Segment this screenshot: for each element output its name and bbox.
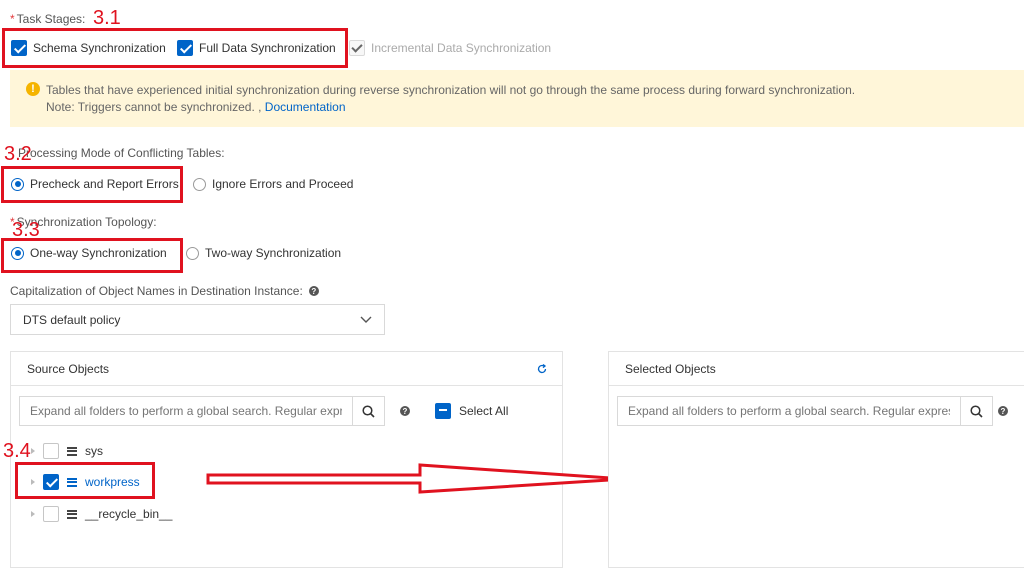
checkbox-disabled-icon bbox=[349, 40, 365, 56]
two-way-sync-radio[interactable]: Two-way Synchronization bbox=[186, 246, 341, 260]
help-icon[interactable]: ? bbox=[400, 406, 410, 416]
selected-search-group bbox=[617, 396, 993, 426]
help-icon[interactable]: ? bbox=[998, 406, 1008, 416]
warning-icon: ! bbox=[26, 82, 40, 96]
capitalization-label: Capitalization of Object Names in Destin… bbox=[10, 284, 319, 298]
task-stages-label: * Task Stages: bbox=[10, 12, 86, 26]
database-icon bbox=[67, 446, 77, 456]
one-way-sync-radio[interactable]: One-way Synchronization bbox=[11, 246, 167, 260]
help-icon[interactable]: ? bbox=[308, 286, 319, 296]
annotation-arrow bbox=[206, 463, 626, 494]
annotation-box-workpress bbox=[15, 462, 155, 499]
caret-right-icon[interactable] bbox=[31, 448, 35, 454]
precheck-report-errors-radio[interactable]: Precheck and Report Errors bbox=[11, 177, 179, 191]
annotation-3-4: 3.4 bbox=[3, 440, 31, 462]
schema-sync-checkbox[interactable]: Schema Synchronization bbox=[11, 40, 166, 56]
radio-unselected-icon bbox=[186, 246, 199, 260]
documentation-link[interactable]: Documentation bbox=[265, 100, 346, 114]
checkbox-checked-icon bbox=[11, 40, 27, 56]
source-search-group bbox=[19, 396, 385, 426]
checkbox-unchecked-icon[interactable] bbox=[43, 506, 59, 522]
radio-selected-icon bbox=[11, 246, 24, 260]
full-data-sync-checkbox[interactable]: Full Data Synchronization bbox=[177, 40, 336, 56]
annotation-3-1: 3.1 bbox=[93, 7, 121, 29]
annotation-3-2: 3.2 bbox=[4, 143, 32, 165]
incremental-sync-checkbox[interactable]: Incremental Data Synchronization bbox=[349, 40, 551, 56]
radio-unselected-icon bbox=[193, 177, 206, 191]
selected-objects-header: Selected Objects bbox=[609, 352, 1024, 386]
select-all-checkbox[interactable]: Select All bbox=[435, 403, 508, 419]
search-icon bbox=[970, 404, 983, 418]
source-search-button[interactable] bbox=[353, 396, 385, 426]
caret-right-icon[interactable] bbox=[31, 511, 35, 517]
selected-search-input[interactable] bbox=[617, 396, 961, 426]
conflict-mode-label: Processing Mode of Conflicting Tables: bbox=[18, 146, 225, 160]
refresh-icon[interactable] bbox=[537, 363, 547, 374]
source-search-input[interactable] bbox=[19, 396, 353, 426]
checkbox-indeterminate-icon bbox=[435, 403, 451, 419]
chevron-down-icon bbox=[360, 316, 372, 323]
database-icon bbox=[67, 509, 77, 519]
search-icon bbox=[362, 404, 375, 418]
source-objects-panel: Source Objects ? Select All sys workpres… bbox=[10, 351, 563, 568]
capitalization-select[interactable]: DTS default policy bbox=[10, 304, 385, 335]
selected-objects-panel: Selected Objects ? bbox=[608, 351, 1024, 568]
checkbox-checked-icon bbox=[177, 40, 193, 56]
tree-item-recycle-bin[interactable]: __recycle_bin__ bbox=[31, 506, 172, 522]
tree-item-sys[interactable]: sys bbox=[31, 443, 103, 459]
source-objects-header: Source Objects bbox=[11, 352, 562, 386]
checkbox-unchecked-icon[interactable] bbox=[43, 443, 59, 459]
notice-banner: ! Tables that have experienced initial s… bbox=[10, 70, 1024, 127]
notice-line-2: Note: Triggers cannot be synchronized. ,… bbox=[46, 100, 346, 114]
radio-selected-icon bbox=[11, 177, 24, 191]
selected-search-button[interactable] bbox=[961, 396, 993, 426]
ignore-errors-radio[interactable]: Ignore Errors and Proceed bbox=[193, 177, 353, 191]
notice-line-1: Tables that have experienced initial syn… bbox=[46, 83, 856, 97]
